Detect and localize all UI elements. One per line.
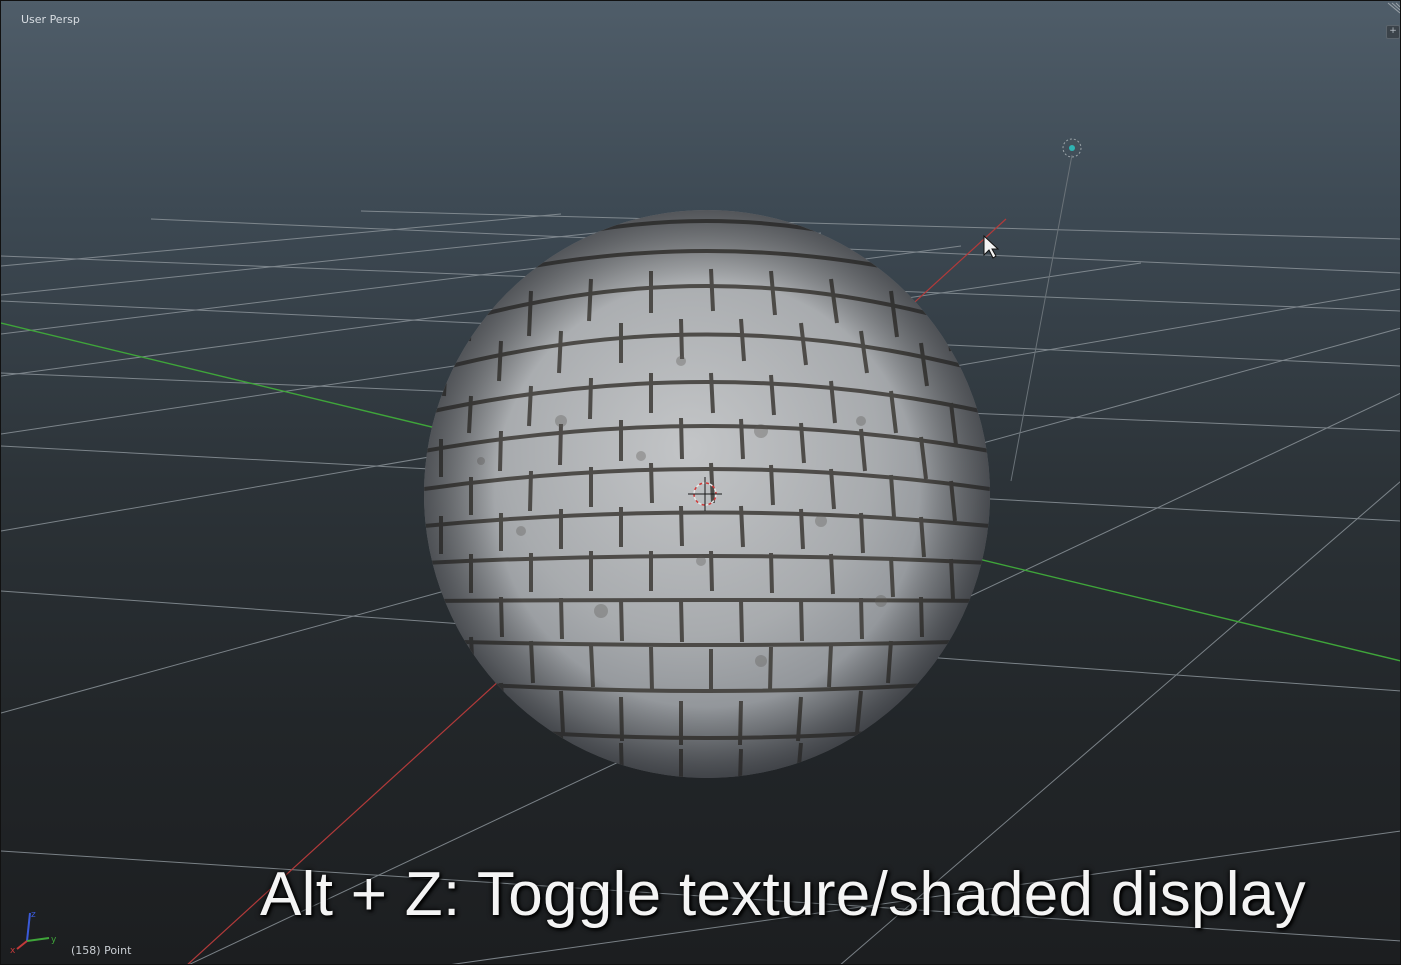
viewport-scene[interactable]: z y x	[1, 1, 1401, 965]
3d-viewport[interactable]: z y x User Persp + (158) Point Alt + Z: …	[0, 0, 1401, 965]
tutorial-caption: Alt + Z: Toggle texture/shaded display	[260, 860, 1306, 929]
area-split-grip[interactable]	[1387, 2, 1400, 14]
gizmo-y-label: y	[51, 935, 57, 945]
textured-sphere[interactable]	[424, 210, 990, 781]
gizmo-z-label: z	[31, 910, 36, 920]
lamp-object[interactable]	[1010, 138, 1082, 482]
active-object-info: (158) Point	[71, 944, 132, 957]
gizmo-x-label: x	[10, 946, 16, 956]
toolshelf-toggle-button[interactable]: +	[1386, 25, 1400, 39]
view-perspective-label: User Persp	[21, 13, 80, 26]
axis-gizmo: z y x	[10, 910, 57, 956]
